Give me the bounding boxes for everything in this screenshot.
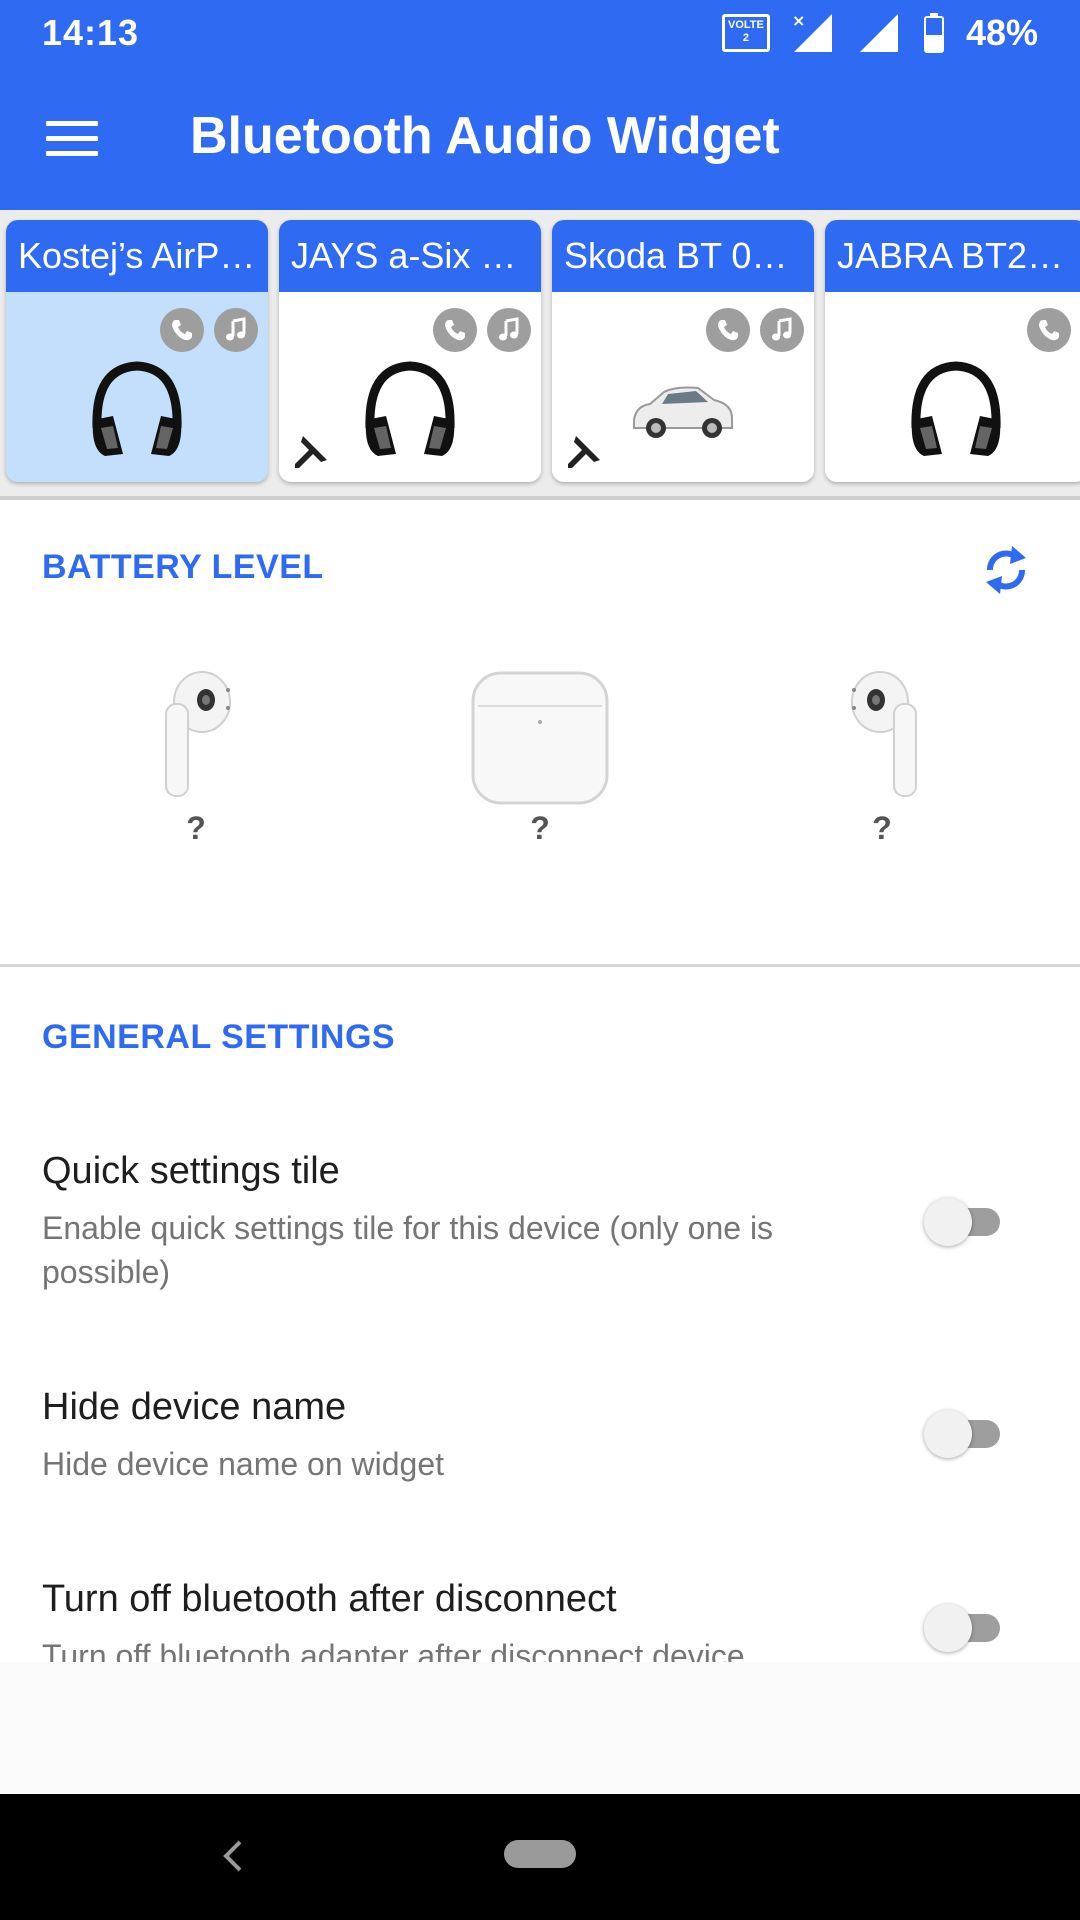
home-pill[interactable] (504, 1840, 576, 1868)
right-airpod-battery: ? (872, 810, 892, 846)
status-time: 14:13 (42, 12, 140, 53)
volte-label: VOLTE (728, 19, 764, 31)
left-airpod-battery: ? (186, 810, 206, 846)
profile-badges (433, 308, 531, 352)
hamburger-menu-icon[interactable] (30, 102, 114, 174)
right-airpod-image (851, 671, 917, 797)
phone-call-icon (160, 308, 204, 352)
app-title: Bluetooth Audio Widget (190, 107, 780, 165)
battery-icon (923, 13, 944, 53)
setting-subtitle: Hide device name on widget (42, 1446, 445, 1482)
general-settings-header: GENERAL SETTINGS (42, 1018, 396, 1056)
phone-call-icon (433, 308, 477, 352)
left-airpod-image (165, 671, 231, 797)
pin-icon[interactable] (562, 430, 606, 474)
navigation-bar (0, 1794, 1080, 1920)
app-bar: Bluetooth Audio Widget (0, 66, 1080, 210)
bottom-blank-area (0, 1662, 1080, 1794)
device-name: Skoda BT 09… (552, 220, 814, 292)
airpods-case-image (471, 671, 609, 805)
profile-badges (706, 308, 804, 352)
section-divider (0, 964, 1080, 967)
hide-device-name-toggle[interactable] (924, 1402, 1008, 1462)
case-battery: ? (530, 810, 550, 846)
phone-call-icon (1027, 308, 1071, 352)
quick-settings-tile-toggle[interactable] (924, 1190, 1008, 1250)
volte-sim-number: 2 (742, 32, 749, 44)
device-name: Kostej’s AirP… (6, 220, 268, 292)
device-card-jabra[interactable]: JABRA BT20… (825, 220, 1080, 482)
music-note-icon (214, 308, 258, 352)
pin-icon[interactable] (289, 430, 333, 474)
turn-off-bluetooth-toggle[interactable] (924, 1596, 1008, 1656)
device-card-airpods[interactable]: Kostej’s AirP… (6, 220, 268, 482)
status-bar: 14:13 VOLTE 2 × 48% (0, 0, 1080, 66)
device-card-jays[interactable]: JAYS a-Six W… (279, 220, 541, 482)
headphones-icon (92, 361, 182, 456)
device-card-skoda[interactable]: Skoda BT 09… (552, 220, 814, 482)
music-note-icon (760, 308, 804, 352)
headphones-icon (365, 361, 455, 456)
volte-icon: VOLTE 2 (721, 14, 770, 52)
signal-no-data-icon: × (792, 12, 832, 52)
music-note-icon (487, 308, 531, 352)
profile-badges (160, 308, 258, 352)
signal-icon (859, 14, 898, 52)
device-name: JABRA BT20… (825, 220, 1080, 292)
setting-title: Quick settings tile (42, 1150, 340, 1192)
profile-badges (1027, 308, 1071, 352)
refresh-icon[interactable] (976, 540, 1036, 600)
device-strip[interactable]: Kostej’s AirP… JAYS a-Six W… Skoda BT 09… (0, 210, 1080, 500)
headphones-icon (911, 361, 1001, 456)
setting-title: Turn off bluetooth after disconnect (42, 1578, 617, 1620)
phone-call-icon (706, 308, 750, 352)
device-name: JAYS a-Six W… (279, 220, 541, 292)
svg-text:×: × (792, 12, 805, 30)
setting-subtitle: Enable quick settings tile for this devi… (42, 1210, 774, 1290)
top-app-bar: 14:13 VOLTE 2 × 48% Bluetooth Audio Widg… (0, 0, 1080, 210)
back-icon[interactable] (214, 1836, 254, 1876)
setting-title: Hide device name (42, 1386, 347, 1428)
status-icons: VOLTE 2 × 48% (721, 10, 1038, 56)
battery-level-header: BATTERY LEVEL (42, 548, 324, 586)
car-icon (633, 386, 733, 438)
battery-percent: 48% (965, 12, 1038, 53)
